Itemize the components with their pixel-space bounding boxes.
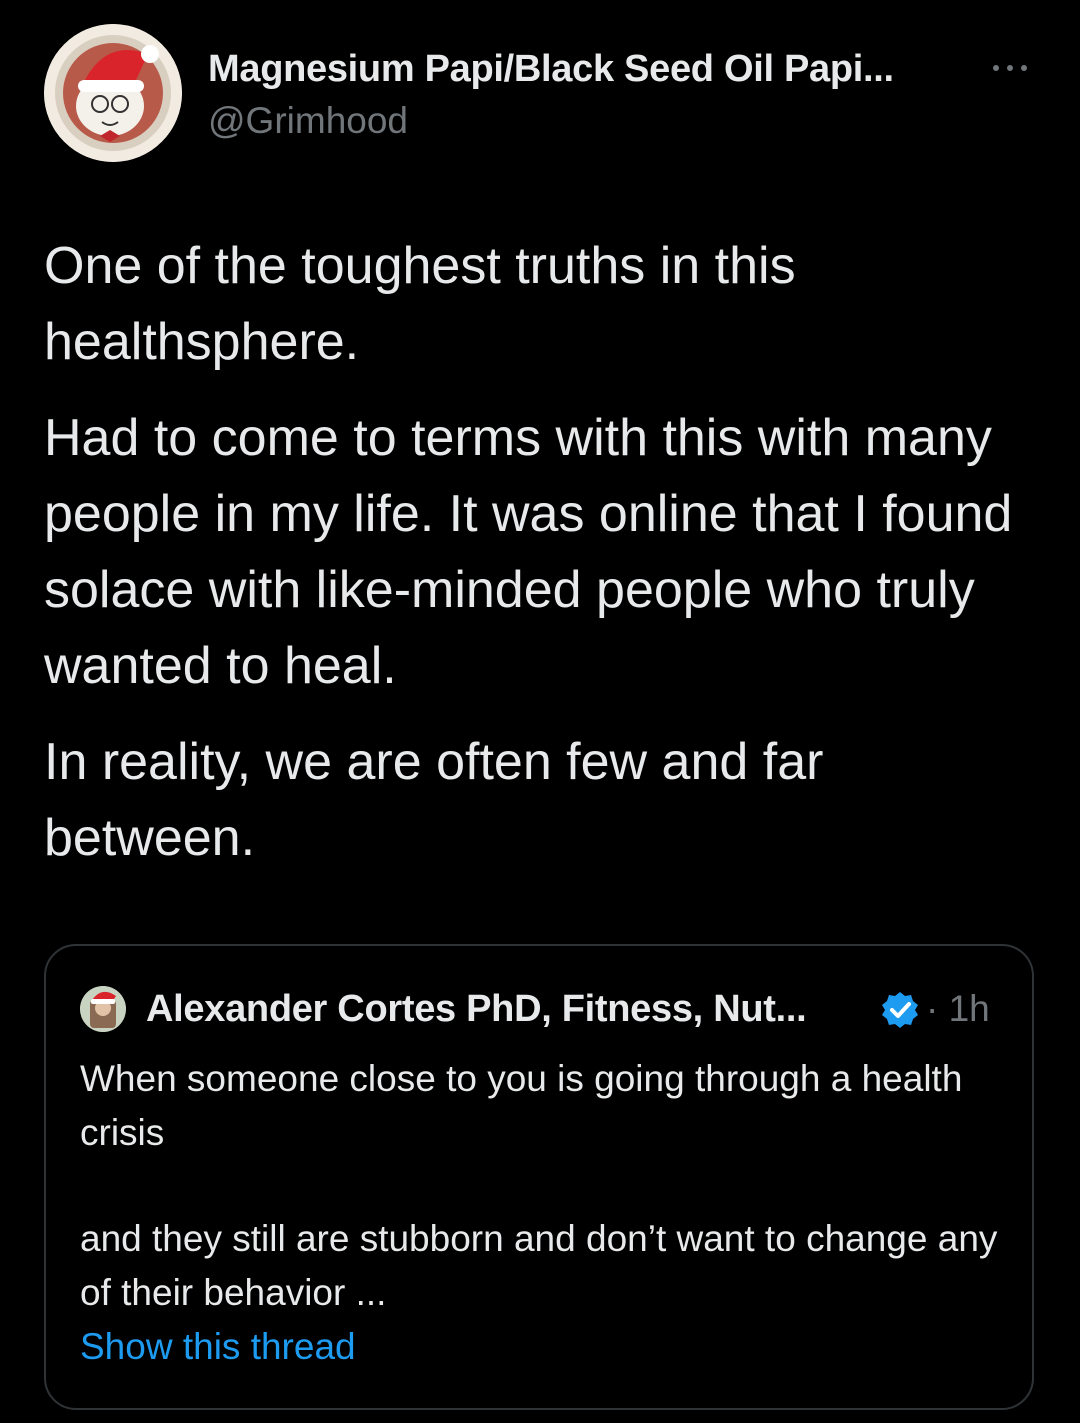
author-avatar[interactable] [44, 24, 182, 162]
quoted-tweet-time[interactable]: · 1h [926, 988, 990, 1030]
quoted-author-avatar-icon [80, 986, 126, 1032]
more-options-button[interactable] [988, 56, 1032, 80]
quoted-tweet-card[interactable]: Alexander Cortes PhD, Fitness, Nut... · … [44, 944, 1034, 1410]
quoted-author-avatar[interactable] [80, 986, 126, 1032]
quoted-tweet-text: When someone close to you is going throu… [80, 1052, 1000, 1320]
tweet-paragraph: Had to come to terms with this with many… [44, 409, 1027, 695]
tweet-text: One of the toughest truths in this healt… [44, 228, 1024, 896]
quoted-tweet-paragraph: When someone close to you is going throu… [80, 1058, 963, 1153]
quoted-author-name[interactable]: Alexander Cortes PhD, Fitness, Nut... [146, 988, 807, 1031]
cartoon-santa-hat-avatar-icon [44, 24, 182, 162]
quoted-tweet-header: Alexander Cortes PhD, Fitness, Nut... · … [80, 982, 1020, 1036]
tweet-header: Magnesium Papi/Black Seed Oil Papi... @G… [44, 24, 1036, 166]
tweet-paragraph: One of the toughest truths in this healt… [44, 237, 811, 371]
quoted-tweet-paragraph: and they still are stubborn and don’t wa… [80, 1218, 998, 1313]
author-display-name[interactable]: Magnesium Papi/Black Seed Oil Papi... [208, 48, 894, 91]
author-handle[interactable]: @Grimhood [208, 100, 408, 142]
tweet-paragraph: In reality, we are often few and far bet… [44, 733, 838, 867]
verified-badge-icon [882, 992, 918, 1028]
show-thread-link[interactable]: Show this thread [80, 1326, 356, 1368]
more-dots-icon [993, 65, 1027, 71]
